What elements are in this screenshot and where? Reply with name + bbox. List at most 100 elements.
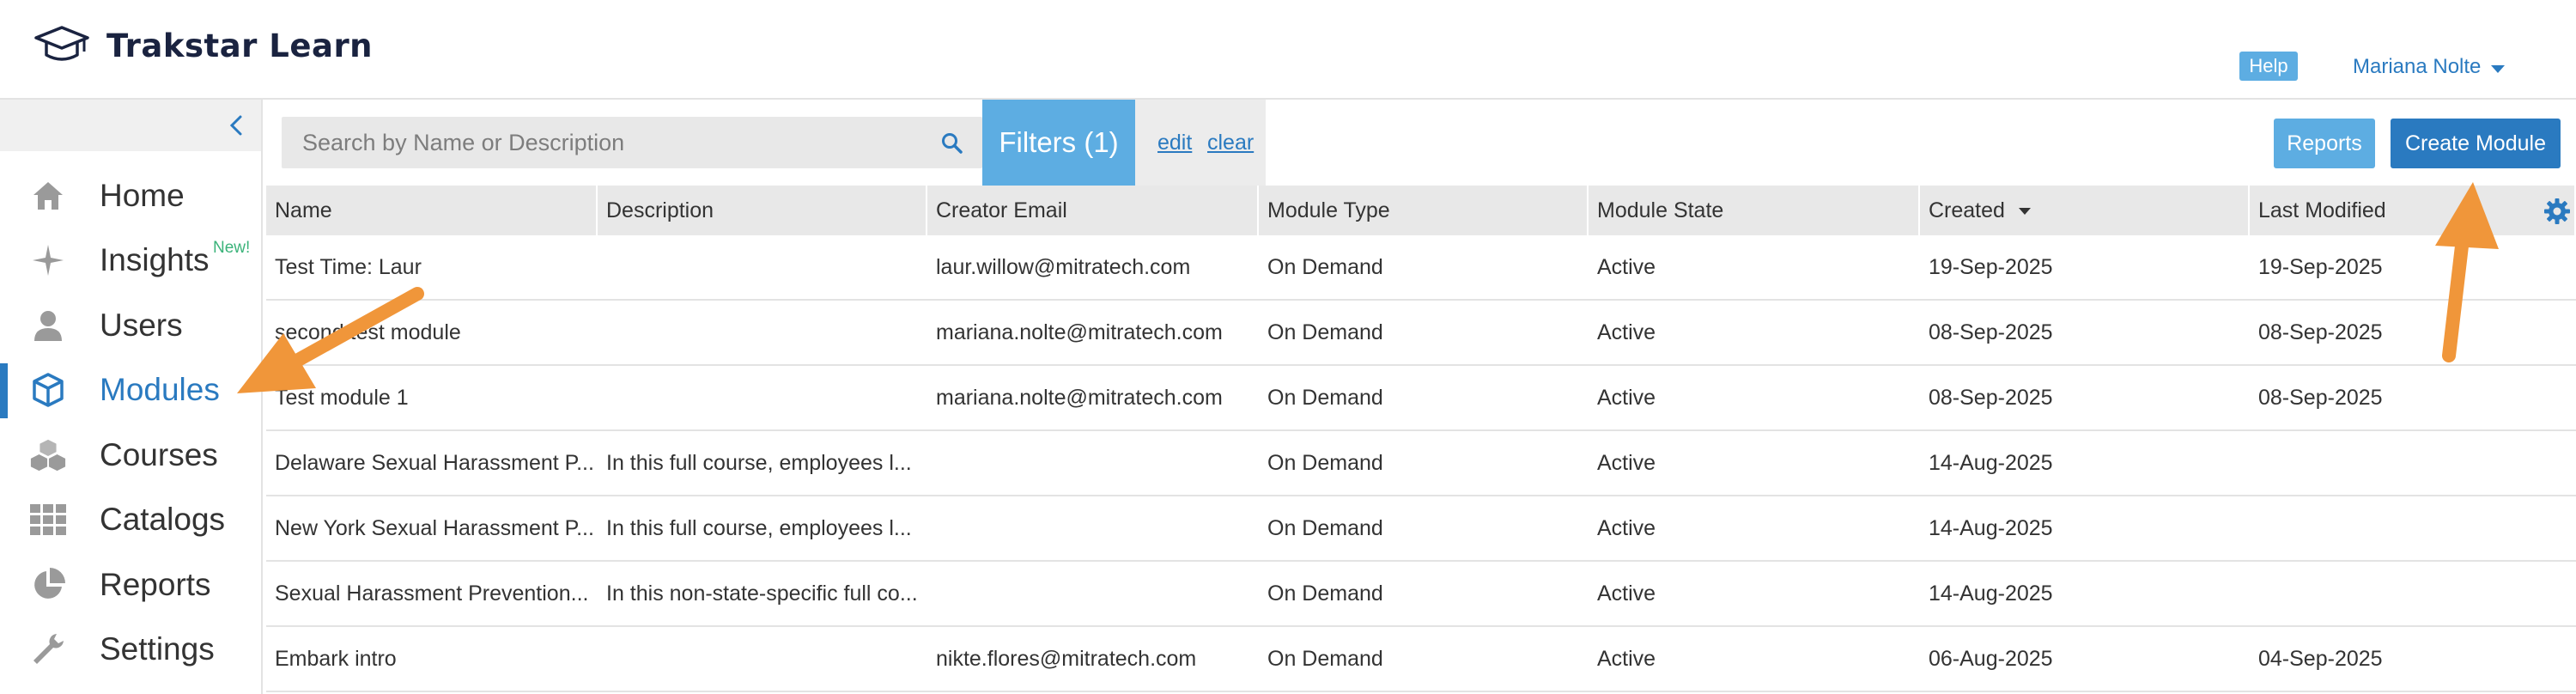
cell-last-modified: 19-Sep-2025 xyxy=(2258,254,2383,279)
cell-name: New York Sexual Harassment P... xyxy=(275,515,594,540)
cell-last-modified xyxy=(2250,431,2576,495)
cell-module-state: Active xyxy=(1597,320,1656,344)
table-row[interactable]: Test Time: Laur laur.willow@mitratech.co… xyxy=(266,235,2576,301)
table-row[interactable]: Test module 1 mariana.nolte@mitratech.co… xyxy=(266,366,2576,431)
column-header-name[interactable]: Name xyxy=(266,186,598,235)
user-menu[interactable]: Mariana Nolte xyxy=(2353,55,2506,79)
reports-button[interactable]: Reports xyxy=(2274,119,2375,168)
cell-description: In this full course, employees l... xyxy=(606,450,912,475)
cell-last-modified: 08-Sep-2025 xyxy=(2258,320,2383,344)
cell-module-type: On Demand xyxy=(1267,646,1383,671)
sidebar-item-home[interactable]: Home xyxy=(0,163,261,228)
cell-created: 14-Aug-2025 xyxy=(1929,581,2053,606)
column-header-label: Module State xyxy=(1597,198,1724,222)
search-input[interactable] xyxy=(282,117,934,168)
table-row[interactable]: second test module mariana.nolte@mitrate… xyxy=(266,301,2576,366)
column-header-label: Created xyxy=(1929,198,2005,222)
column-header-last-modified[interactable]: Last Modified xyxy=(2250,186,2576,235)
cell-name: Test module 1 xyxy=(275,385,409,410)
column-header-module-type[interactable]: Module Type xyxy=(1259,186,1589,235)
cell-creator-email xyxy=(927,496,1259,560)
column-header-module-state[interactable]: Module State xyxy=(1589,186,1920,235)
sidebar-item-insights[interactable]: Insights New! xyxy=(0,228,261,294)
cell-description: In this full course, employees l... xyxy=(606,515,912,540)
app-logo[interactable]: Trakstar Learn xyxy=(33,24,373,67)
cell-name: Delaware Sexual Harassment P... xyxy=(275,450,594,475)
cell-module-type: On Demand xyxy=(1267,515,1383,540)
cell-module-type: On Demand xyxy=(1267,385,1383,410)
cell-name: second test module xyxy=(275,320,461,344)
cell-module-type: On Demand xyxy=(1267,254,1383,279)
column-header-label: Creator Email xyxy=(936,198,1067,222)
table-row[interactable]: Embark intro nikte.flores@mitratech.com … xyxy=(266,627,2576,692)
column-header-created[interactable]: Created xyxy=(1920,186,2250,235)
grid-icon xyxy=(29,501,67,539)
cubes-icon xyxy=(29,436,67,474)
cell-last-modified xyxy=(2250,496,2576,560)
filters-area: Filters (1) edit clear xyxy=(982,100,1266,186)
cell-creator-email: laur.willow@mitratech.com xyxy=(936,254,1191,279)
sidebar-item-users[interactable]: Users xyxy=(0,293,261,358)
cell-name: Test Time: Laur xyxy=(275,254,422,279)
cell-created: 08-Sep-2025 xyxy=(1929,385,2053,410)
sidebar-item-label: Catalogs xyxy=(100,502,226,538)
cell-description: In this non-state-specific full co... xyxy=(606,581,918,606)
app-title: Trakstar Learn xyxy=(106,27,374,64)
sidebar: Home Insights New! Users Modules Courses… xyxy=(0,100,263,694)
create-module-button[interactable]: Create Module xyxy=(2391,119,2561,168)
cell-creator-email: mariana.nolte@mitratech.com xyxy=(936,385,1223,410)
column-header-label: Name xyxy=(275,198,332,222)
column-header-creator-email[interactable]: Creator Email xyxy=(927,186,1259,235)
sidebar-collapse-bar[interactable] xyxy=(0,100,261,151)
cell-created: 14-Aug-2025 xyxy=(1929,515,2053,540)
cell-name: Sexual Harassment Prevention... xyxy=(275,581,589,606)
chevron-left-icon[interactable] xyxy=(225,113,249,137)
new-badge: New! xyxy=(213,238,251,257)
cell-creator-email: mariana.nolte@mitratech.com xyxy=(936,320,1223,344)
modules-table: Name Description Creator Email Module Ty… xyxy=(266,186,2576,692)
sidebar-item-label: Courses xyxy=(100,436,218,472)
clear-filters-link[interactable]: clear xyxy=(1207,131,1254,155)
cell-created: 08-Sep-2025 xyxy=(1929,320,2053,344)
sidebar-item-settings[interactable]: Settings xyxy=(0,618,261,683)
table-row[interactable]: Delaware Sexual Harassment P... In this … xyxy=(266,431,2576,496)
app-header: Trakstar Learn Help Mariana Nolte xyxy=(0,0,2576,100)
cell-creator-email: nikte.flores@mitratech.com xyxy=(936,646,1197,671)
gear-icon[interactable] xyxy=(2543,198,2571,225)
cell-description xyxy=(598,366,927,429)
search-icon[interactable] xyxy=(941,132,963,155)
wrench-icon xyxy=(29,630,67,668)
cell-creator-email xyxy=(927,431,1259,495)
sidebar-item-label: Insights xyxy=(100,242,210,278)
table-row[interactable]: Sexual Harassment Prevention... In this … xyxy=(266,562,2576,627)
sort-desc-icon xyxy=(2018,208,2031,215)
sparkle-icon xyxy=(29,241,67,279)
cell-module-type: On Demand xyxy=(1267,320,1383,344)
help-button[interactable]: Help xyxy=(2239,52,2298,81)
cell-description xyxy=(598,627,927,691)
cell-created: 06-Aug-2025 xyxy=(1929,646,2053,671)
sidebar-item-catalogs[interactable]: Catalogs xyxy=(0,488,261,553)
sidebar-item-reports[interactable]: Reports xyxy=(0,552,261,618)
pie-chart-icon xyxy=(29,566,67,604)
edit-filters-link[interactable]: edit xyxy=(1157,131,1192,155)
modules-toolbar: Filters (1) edit clear Reports Create Mo… xyxy=(263,100,2576,186)
cell-module-state: Active xyxy=(1597,450,1656,475)
sidebar-item-label: Settings xyxy=(100,631,215,667)
table-row[interactable]: New York Sexual Harassment P... In this … xyxy=(266,496,2576,562)
graduation-cap-icon xyxy=(34,26,89,61)
filters-button[interactable]: Filters (1) xyxy=(982,100,1135,186)
cell-module-state: Active xyxy=(1597,581,1656,606)
sidebar-item-courses[interactable]: Courses xyxy=(0,423,261,488)
cell-description xyxy=(598,235,927,299)
sidebar-item-modules[interactable]: Modules xyxy=(0,358,261,423)
cell-last-modified xyxy=(2250,562,2576,625)
cell-module-state: Active xyxy=(1597,515,1656,540)
cell-module-state: Active xyxy=(1597,254,1656,279)
column-header-label: Description xyxy=(606,198,714,222)
sidebar-nav: Home Insights New! Users Modules Courses… xyxy=(0,163,261,682)
cell-module-state: Active xyxy=(1597,646,1656,671)
cell-created: 14-Aug-2025 xyxy=(1929,450,2053,475)
sidebar-item-label: Modules xyxy=(100,372,220,408)
column-header-description[interactable]: Description xyxy=(598,186,927,235)
